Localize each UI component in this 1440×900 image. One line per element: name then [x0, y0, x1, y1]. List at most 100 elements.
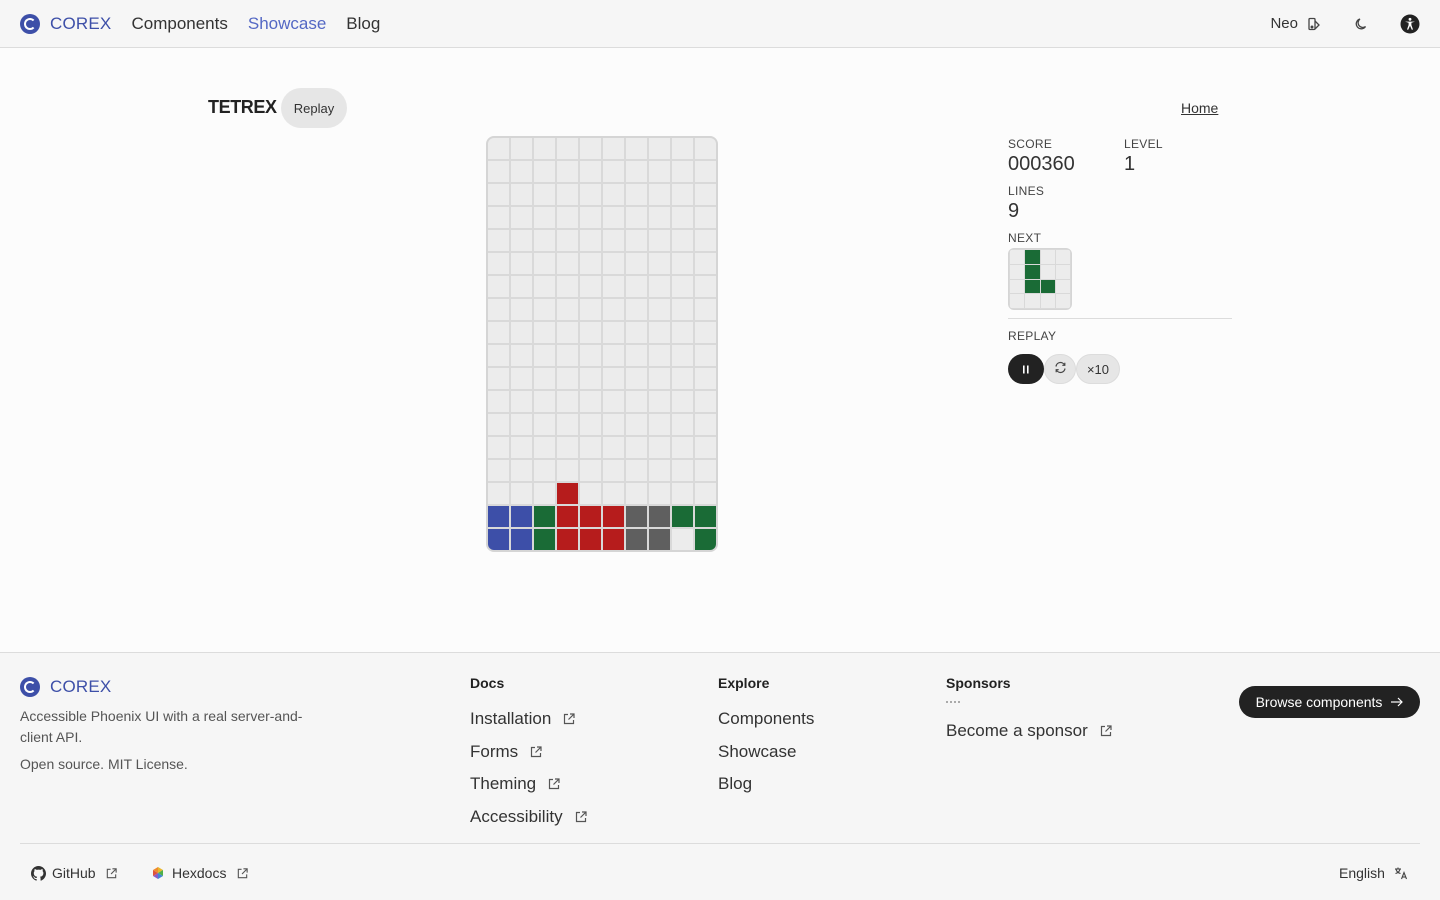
board-block: [557, 529, 578, 550]
board-empty-cell: [557, 299, 578, 320]
become-sponsor-link[interactable]: Become a sponsor: [946, 721, 1116, 741]
docs-link-forms[interactable]: Forms: [470, 736, 591, 769]
brand-link[interactable]: COREX: [20, 13, 111, 34]
accessibility-icon[interactable]: [1400, 14, 1420, 34]
board-block: [580, 506, 601, 527]
board-empty-cell: [626, 483, 647, 504]
cta-label: Browse components: [1255, 694, 1383, 710]
board-empty-cell: [603, 368, 624, 389]
docs-title: Docs: [470, 675, 505, 691]
footer-sponsors-column: Sponsors Become a sponsor: [946, 675, 1116, 741]
next-piece-block: [1025, 250, 1040, 264]
tetris-board[interactable]: [486, 136, 718, 552]
theme-label: Neo: [1270, 15, 1298, 32]
board-empty-cell: [534, 184, 555, 205]
board-empty-cell: [649, 276, 670, 297]
board-empty-cell: [511, 414, 532, 435]
lines-block: LINES 9: [1008, 184, 1232, 223]
board-empty-cell: [488, 161, 509, 182]
external-link-icon: [526, 742, 546, 762]
board-empty-cell: [672, 138, 693, 159]
nav-link-blog[interactable]: Blog: [346, 14, 380, 34]
board-empty-cell: [626, 253, 647, 274]
github-link[interactable]: GitHub: [30, 863, 122, 883]
board-empty-cell: [557, 414, 578, 435]
browse-components-button[interactable]: Browse components: [1239, 686, 1420, 718]
board-block: [649, 506, 670, 527]
pause-button[interactable]: [1008, 354, 1044, 384]
explore-link-components[interactable]: Components: [718, 703, 814, 736]
board-empty-cell: [649, 230, 670, 251]
board-empty-cell: [695, 414, 716, 435]
board-empty-cell: [580, 483, 601, 504]
board-empty-cell: [488, 184, 509, 205]
board-empty-cell: [649, 138, 670, 159]
board-empty-cell: [511, 322, 532, 343]
board-empty-cell: [695, 207, 716, 228]
pause-icon: [1022, 362, 1030, 377]
next-block: NEXT: [1008, 231, 1232, 310]
nav-link-showcase[interactable]: Showcase: [248, 14, 326, 34]
board-empty-cell: [557, 276, 578, 297]
board-empty-cell: [695, 161, 716, 182]
explore-link-blog[interactable]: Blog: [718, 768, 814, 801]
next-piece-preview: [1008, 248, 1072, 310]
board-empty-cell: [603, 253, 624, 274]
board-empty-cell: [626, 138, 647, 159]
board-empty-cell: [626, 368, 647, 389]
board-empty-cell: [672, 368, 693, 389]
board-empty-cell: [603, 345, 624, 366]
board-empty-cell: [488, 138, 509, 159]
sponsor-link-label: Become a sponsor: [946, 721, 1088, 740]
next-piece-empty-cell: [1025, 294, 1040, 308]
lines-label: LINES: [1008, 184, 1045, 198]
board-empty-cell: [603, 230, 624, 251]
docs-link-theming[interactable]: Theming: [470, 768, 591, 801]
nav-link-components[interactable]: Components: [131, 14, 227, 34]
replay-chip-button[interactable]: Replay: [281, 88, 347, 128]
explore-link-showcase[interactable]: Showcase: [718, 736, 814, 769]
board-block: [649, 529, 670, 550]
github-icon: [30, 863, 46, 883]
board-empty-cell: [488, 230, 509, 251]
board-empty-cell: [534, 276, 555, 297]
board-empty-cell: [534, 437, 555, 458]
home-link[interactable]: Home: [1181, 100, 1218, 116]
board-empty-cell: [534, 138, 555, 159]
board-empty-cell: [488, 322, 509, 343]
sponsor-placeholder: [946, 701, 962, 703]
footer-license: Open source. MIT License.: [20, 756, 188, 772]
next-piece-empty-cell: [1040, 250, 1055, 264]
external-link-icon: [232, 863, 252, 883]
board-empty-cell: [672, 161, 693, 182]
board-empty-cell: [672, 345, 693, 366]
docs-link-accessibility[interactable]: Accessibility: [470, 801, 591, 834]
board-empty-cell: [580, 184, 601, 205]
board-empty-cell: [534, 322, 555, 343]
game-title: TETREX: [208, 97, 277, 117]
board-empty-cell: [534, 207, 555, 228]
board-empty-cell: [649, 368, 670, 389]
restart-button[interactable]: [1044, 354, 1076, 384]
speed-button[interactable]: ×10: [1076, 354, 1120, 384]
board-empty-cell: [672, 322, 693, 343]
board-empty-cell: [511, 207, 532, 228]
translate-icon: [1391, 863, 1411, 883]
board-block: [534, 506, 555, 527]
board-empty-cell: [603, 437, 624, 458]
arrow-right-icon: [1390, 694, 1404, 710]
board-empty-cell: [695, 460, 716, 481]
docs-link-installation[interactable]: Installation: [470, 703, 591, 736]
next-piece-empty-cell: [1010, 264, 1025, 279]
hexdocs-link[interactable]: Hexdocs: [150, 863, 252, 883]
theme-switcher-button[interactable]: Neo: [1270, 14, 1324, 34]
moon-icon[interactable]: [1352, 14, 1372, 34]
board-empty-cell: [580, 138, 601, 159]
footer-brand-link[interactable]: COREX: [20, 677, 111, 697]
board-empty-cell: [603, 184, 624, 205]
board-empty-cell: [626, 276, 647, 297]
board-empty-cell: [557, 437, 578, 458]
board-empty-cell: [695, 253, 716, 274]
language-switcher[interactable]: English: [1339, 863, 1411, 883]
board-empty-cell: [511, 345, 532, 366]
